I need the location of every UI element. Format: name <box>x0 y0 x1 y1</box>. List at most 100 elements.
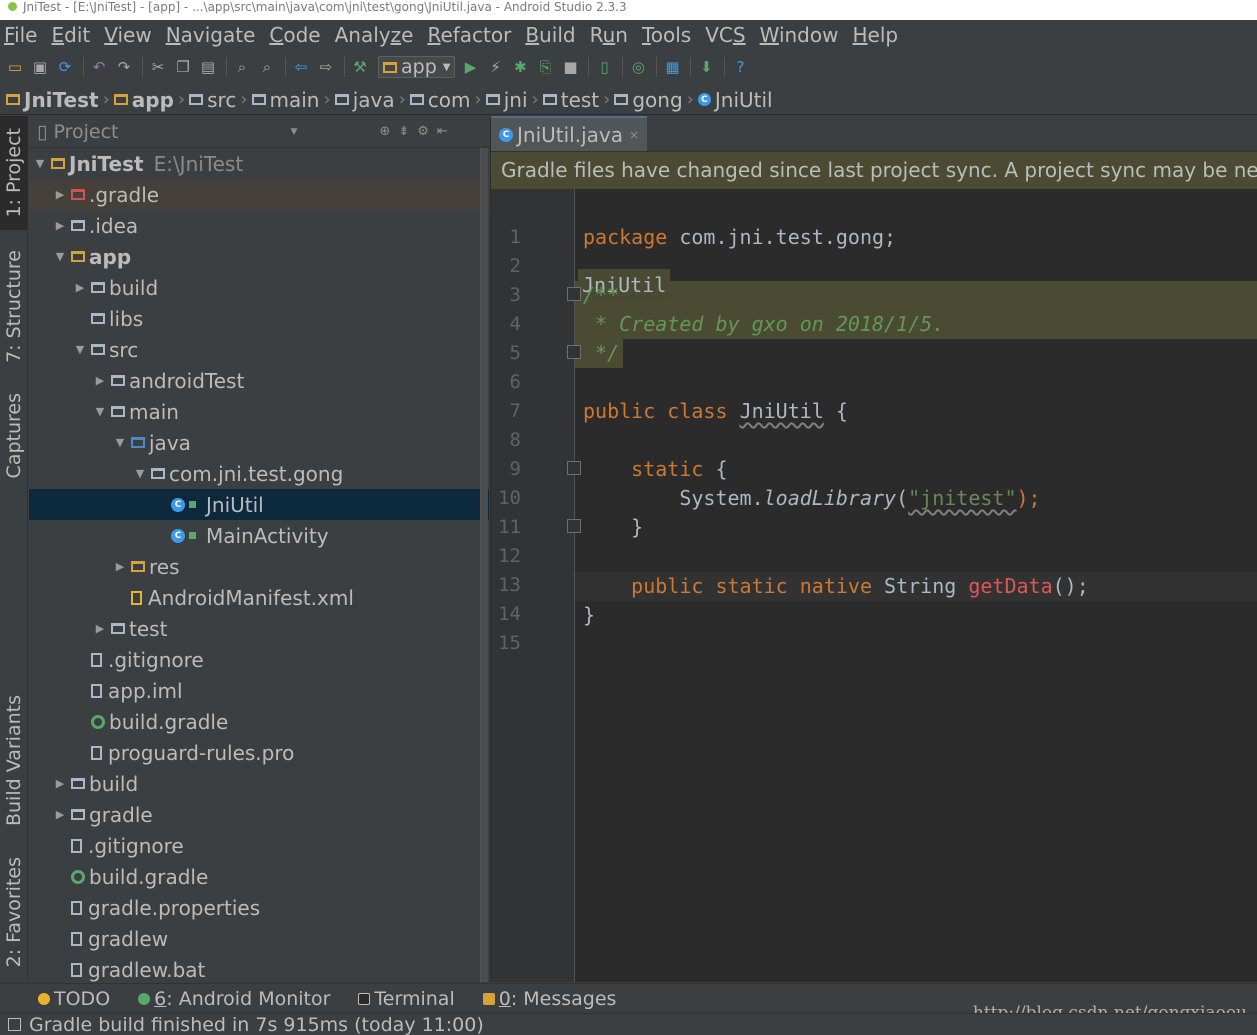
run-icon[interactable]: ▶ <box>459 56 481 78</box>
tree-item[interactable]: ▼ com.jni.test.gong <box>29 458 489 489</box>
breadcrumb-item[interactable]: C JniUtil <box>697 88 773 112</box>
apply-changes-icon[interactable]: ⚡ <box>484 56 506 78</box>
debug-icon[interactable]: ✱ <box>509 56 531 78</box>
tree-item[interactable]: AndroidManifest.xml <box>29 582 489 613</box>
fold-marker-icon[interactable] <box>567 519 581 533</box>
attach-debugger-icon[interactable]: ⎘ <box>534 56 556 78</box>
menu-item[interactable]: Help <box>852 21 898 49</box>
menu-item[interactable]: Edit <box>51 21 90 49</box>
expanded-arrow-icon[interactable]: ▼ <box>133 467 147 480</box>
tab-messages[interactable]: 0: Messages <box>482 988 616 1010</box>
collapsed-arrow-icon[interactable]: ▶ <box>53 188 67 201</box>
breadcrumb-item[interactable]: jni <box>485 88 528 112</box>
breadcrumb-item[interactable]: main <box>251 88 320 112</box>
collapsed-arrow-icon[interactable]: ▶ <box>73 281 87 294</box>
tree-item[interactable]: ▼ main <box>29 396 489 427</box>
tree-item[interactable]: ▼ java <box>29 427 489 458</box>
tree-item[interactable]: C MainActivity <box>29 520 489 551</box>
tree-item[interactable]: app.iml <box>29 675 489 706</box>
tab-favorites[interactable]: 2: Favorites <box>0 848 28 976</box>
find-icon[interactable]: ⌕ <box>231 56 253 78</box>
menu-item[interactable]: Navigate <box>166 21 256 49</box>
tree-item[interactable]: ▶ .idea <box>29 210 489 241</box>
collapsed-arrow-icon[interactable]: ▶ <box>93 374 107 387</box>
project-view-selector[interactable]: ▯ Project <box>37 121 119 143</box>
menu-item[interactable]: VCS <box>705 21 745 49</box>
tab-todo[interactable]: TODO <box>38 988 110 1010</box>
collapse-all-icon[interactable]: ⇟ <box>398 124 409 139</box>
tree-item[interactable]: build.gradle <box>29 706 489 737</box>
breadcrumb-item[interactable]: gong <box>614 88 683 112</box>
expanded-arrow-icon[interactable]: ▼ <box>53 250 67 263</box>
save-all-icon[interactable]: ▣ <box>29 56 51 78</box>
fold-marker-icon[interactable] <box>567 461 581 475</box>
tab-structure[interactable]: 7: Structure <box>0 241 28 371</box>
tool-windows-toggle-icon[interactable] <box>8 1018 21 1031</box>
menu-item[interactable]: View <box>104 21 151 49</box>
collapsed-arrow-icon[interactable]: ▶ <box>93 622 107 635</box>
menu-item[interactable]: Run <box>590 21 628 49</box>
tab-build-variants[interactable]: Build Variants <box>0 686 28 836</box>
collapsed-arrow-icon[interactable]: ▶ <box>53 777 67 790</box>
fold-marker-icon[interactable] <box>567 287 581 301</box>
menu-item[interactable]: Code <box>269 21 320 49</box>
tab-captures[interactable]: Captures <box>0 381 28 491</box>
paste-icon[interactable]: ▤ <box>197 56 219 78</box>
tree-item[interactable]: ▶ res <box>29 551 489 582</box>
expanded-arrow-icon[interactable]: ▼ <box>113 436 127 449</box>
breadcrumb-item[interactable]: java <box>334 88 395 112</box>
expanded-arrow-icon[interactable]: ▼ <box>73 343 87 356</box>
tab-android-monitor[interactable]: 6: Android Monitor <box>138 988 330 1010</box>
tree-item[interactable]: ▶ build <box>29 768 489 799</box>
breadcrumb-item[interactable]: src <box>189 88 236 112</box>
forward-icon[interactable]: ⇨ <box>315 56 337 78</box>
cut-icon[interactable]: ✂ <box>147 56 169 78</box>
open-folder-icon[interactable]: ▭ <box>4 56 26 78</box>
tree-item[interactable]: libs <box>29 303 489 334</box>
breadcrumb-item[interactable]: com <box>409 88 471 112</box>
back-icon[interactable]: ⇦ <box>290 56 312 78</box>
make-project-icon[interactable]: ⚒ <box>349 56 371 78</box>
collapsed-arrow-icon[interactable]: ▶ <box>53 219 67 232</box>
collapsed-arrow-icon[interactable]: ▶ <box>113 560 127 573</box>
tree-item[interactable]: ▼ src <box>29 334 489 365</box>
close-icon[interactable]: × <box>629 128 639 142</box>
expanded-arrow-icon[interactable]: ▼ <box>93 405 107 418</box>
tree-item[interactable]: ▼ app <box>29 241 489 272</box>
sdk-manager-icon[interactable]: ⬇ <box>695 56 717 78</box>
redo-icon[interactable]: ↷ <box>113 56 135 78</box>
breadcrumb-item[interactable]: app <box>113 88 174 112</box>
help-icon[interactable]: ? <box>729 56 751 78</box>
code-editor[interactable]: 1 2 3 4 5 6 7 8 9 10 11 12 13 14 15 JniUtil package co… <box>491 189 1257 982</box>
avd-manager-icon[interactable]: ▯ <box>593 56 615 78</box>
tree-item[interactable]: build.gradle <box>29 861 489 892</box>
tree-item[interactable]: .gitignore <box>29 644 489 675</box>
menu-item[interactable]: File <box>4 21 37 49</box>
undo-icon[interactable]: ↶ <box>88 56 110 78</box>
menu-item[interactable]: Refactor <box>427 21 511 49</box>
tree-item[interactable]: proguard-rules.pro <box>29 737 489 768</box>
tab-project[interactable]: 1: Project <box>0 116 28 230</box>
breadcrumb-item[interactable]: test <box>542 88 599 112</box>
tree-item[interactable]: .gitignore <box>29 830 489 861</box>
menu-item[interactable]: Window <box>760 21 839 49</box>
project-structure-icon[interactable]: ▦ <box>661 56 683 78</box>
tree-item[interactable]: gradlew <box>29 923 489 954</box>
hide-panel-icon[interactable]: ⇤ <box>437 124 448 139</box>
tree-item[interactable]: C JniUtil <box>29 489 489 520</box>
expanded-arrow-icon[interactable]: ▼ <box>33 157 47 170</box>
editor-tab-jniutil[interactable]: C JniUtil.java × <box>491 116 648 151</box>
tree-item[interactable]: ▶ build <box>29 272 489 303</box>
gradle-sync-icon[interactable]: ◎ <box>627 56 649 78</box>
menu-item[interactable]: Build <box>525 21 575 49</box>
stop-icon[interactable]: ■ <box>559 56 581 78</box>
tree-item[interactable]: ▶ .gradle <box>29 179 489 210</box>
project-scrollbar[interactable] <box>480 148 488 982</box>
tree-item[interactable]: gradle.properties <box>29 892 489 923</box>
tree-item[interactable]: ▼ JniTest E:\JniTest <box>29 148 489 179</box>
replace-icon[interactable]: ⌕ <box>256 56 278 78</box>
tree-item[interactable]: gradlew.bat <box>29 954 489 982</box>
run-configuration-dropdown[interactable]: app ▼ <box>378 56 456 78</box>
sync-icon[interactable]: ⟳ <box>54 56 76 78</box>
tree-item[interactable]: ▶ test <box>29 613 489 644</box>
